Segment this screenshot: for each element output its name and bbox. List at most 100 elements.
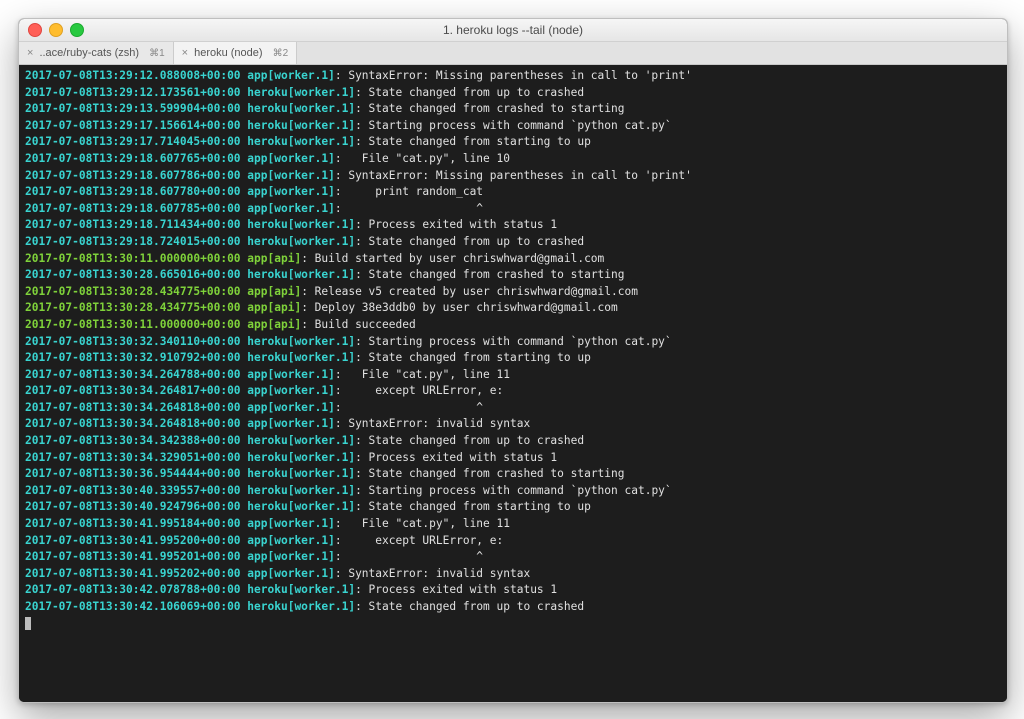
log-line: 2017-07-08T13:30:41.995201+00:00 app[wor…	[25, 549, 1001, 566]
log-source: heroku[worker.1]	[247, 451, 355, 464]
log-timestamp: 2017-07-08T13:30:41.995201+00:00	[25, 550, 241, 563]
log-message: : Release v5 created by user chriswhward…	[301, 285, 638, 298]
log-line: 2017-07-08T13:29:18.607786+00:00 app[wor…	[25, 168, 1001, 185]
log-line: 2017-07-08T13:29:17.156614+00:00 heroku[…	[25, 118, 1001, 135]
minimize-icon[interactable]	[49, 23, 63, 37]
log-timestamp: 2017-07-08T13:29:17.156614+00:00	[25, 119, 241, 132]
log-timestamp: 2017-07-08T13:30:28.665016+00:00	[25, 268, 241, 281]
log-line: 2017-07-08T13:30:28.665016+00:00 heroku[…	[25, 267, 1001, 284]
log-message: : SyntaxError: invalid syntax	[335, 567, 530, 580]
log-source: heroku[worker.1]	[247, 484, 355, 497]
log-timestamp: 2017-07-08T13:29:12.088008+00:00	[25, 69, 241, 82]
tabbar: × ..ace/ruby-cats (zsh) ⌘1 × heroku (nod…	[19, 42, 1007, 65]
log-source: app[api]	[247, 252, 301, 265]
log-line: 2017-07-08T13:29:18.711434+00:00 heroku[…	[25, 217, 1001, 234]
log-source: heroku[worker.1]	[247, 335, 355, 348]
log-timestamp: 2017-07-08T13:30:11.000000+00:00	[25, 252, 241, 265]
log-line: 2017-07-08T13:30:42.078788+00:00 heroku[…	[25, 582, 1001, 599]
log-message: : print random_cat	[335, 185, 483, 198]
close-tab-icon[interactable]: ×	[27, 47, 33, 59]
titlebar[interactable]: 1. heroku logs --tail (node)	[19, 19, 1007, 42]
zoom-icon[interactable]	[70, 23, 84, 37]
log-timestamp: 2017-07-08T13:29:18.724015+00:00	[25, 235, 241, 248]
log-message: : Starting process with command `python …	[355, 119, 672, 132]
log-source: heroku[worker.1]	[247, 600, 355, 613]
tab-ruby-cats[interactable]: × ..ace/ruby-cats (zsh) ⌘1	[19, 42, 174, 64]
log-message: : State changed from crashed to starting	[355, 467, 624, 480]
log-timestamp: 2017-07-08T13:29:18.607786+00:00	[25, 169, 241, 182]
log-message: : State changed from starting to up	[355, 351, 591, 364]
log-timestamp: 2017-07-08T13:30:28.434775+00:00	[25, 301, 241, 314]
log-line: 2017-07-08T13:30:11.000000+00:00 app[api…	[25, 251, 1001, 268]
log-source: heroku[worker.1]	[247, 86, 355, 99]
log-line: 2017-07-08T13:30:34.329051+00:00 heroku[…	[25, 450, 1001, 467]
log-message: : State changed from up to crashed	[355, 235, 584, 248]
log-timestamp: 2017-07-08T13:29:12.173561+00:00	[25, 86, 241, 99]
log-source: app[worker.1]	[247, 384, 335, 397]
tab-label: ..ace/ruby-cats (zsh)	[39, 47, 139, 59]
log-source: heroku[worker.1]	[247, 583, 355, 596]
log-source: app[api]	[247, 301, 301, 314]
log-message: : File "cat.py", line 11	[335, 517, 510, 530]
log-line: 2017-07-08T13:30:34.342388+00:00 heroku[…	[25, 433, 1001, 450]
log-line: 2017-07-08T13:29:12.088008+00:00 app[wor…	[25, 68, 1001, 85]
terminal-output[interactable]: 2017-07-08T13:29:12.088008+00:00 app[wor…	[19, 65, 1007, 702]
log-line: 2017-07-08T13:30:34.264818+00:00 app[wor…	[25, 416, 1001, 433]
log-source: heroku[worker.1]	[247, 135, 355, 148]
log-timestamp: 2017-07-08T13:30:32.910792+00:00	[25, 351, 241, 364]
log-timestamp: 2017-07-08T13:30:34.329051+00:00	[25, 451, 241, 464]
log-timestamp: 2017-07-08T13:29:13.599904+00:00	[25, 102, 241, 115]
log-source: app[worker.1]	[247, 517, 335, 530]
tab-label: heroku (node)	[194, 47, 263, 59]
log-timestamp: 2017-07-08T13:30:34.264817+00:00	[25, 384, 241, 397]
log-message: : Starting process with command `python …	[355, 335, 672, 348]
log-timestamp: 2017-07-08T13:29:17.714045+00:00	[25, 135, 241, 148]
log-source: heroku[worker.1]	[247, 500, 355, 513]
log-message: : State changed from starting to up	[355, 135, 591, 148]
log-source: app[worker.1]	[247, 368, 335, 381]
log-source: app[worker.1]	[247, 69, 335, 82]
log-timestamp: 2017-07-08T13:30:34.264818+00:00	[25, 417, 241, 430]
log-message: : State changed from starting to up	[355, 500, 591, 513]
log-message: : ^	[335, 401, 483, 414]
log-line: 2017-07-08T13:30:40.924796+00:00 heroku[…	[25, 499, 1001, 516]
log-source: app[worker.1]	[247, 401, 335, 414]
tab-shortcut: ⌘1	[149, 48, 165, 59]
log-source: heroku[worker.1]	[247, 268, 355, 281]
log-line: 2017-07-08T13:29:13.599904+00:00 heroku[…	[25, 101, 1001, 118]
log-message: : State changed from crashed to starting	[355, 102, 624, 115]
close-icon[interactable]	[28, 23, 42, 37]
log-timestamp: 2017-07-08T13:30:42.078788+00:00	[25, 583, 241, 596]
log-line: 2017-07-08T13:30:41.995200+00:00 app[wor…	[25, 533, 1001, 550]
tab-shortcut: ⌘2	[273, 48, 289, 59]
log-source: app[worker.1]	[247, 169, 335, 182]
log-message: : Process exited with status 1	[355, 583, 557, 596]
log-timestamp: 2017-07-08T13:30:36.954444+00:00	[25, 467, 241, 480]
log-line	[25, 616, 1001, 633]
log-message: : State changed from up to crashed	[355, 600, 584, 613]
log-message: : File "cat.py", line 10	[335, 152, 510, 165]
log-message: : State changed from up to crashed	[355, 434, 584, 447]
log-line: 2017-07-08T13:30:34.264788+00:00 app[wor…	[25, 367, 1001, 384]
log-line: 2017-07-08T13:30:42.106069+00:00 heroku[…	[25, 599, 1001, 616]
log-message: : File "cat.py", line 11	[335, 368, 510, 381]
log-message: : Deploy 38e3ddb0 by user chriswhward@gm…	[301, 301, 618, 314]
log-source: heroku[worker.1]	[247, 218, 355, 231]
log-message: : except URLError, e:	[335, 384, 503, 397]
tab-heroku[interactable]: × heroku (node) ⌘2	[174, 42, 298, 64]
close-tab-icon[interactable]: ×	[182, 47, 188, 59]
log-timestamp: 2017-07-08T13:29:18.607780+00:00	[25, 185, 241, 198]
log-timestamp: 2017-07-08T13:30:32.340110+00:00	[25, 335, 241, 348]
log-message: : SyntaxError: Missing parentheses in ca…	[335, 69, 692, 82]
log-line: 2017-07-08T13:29:17.714045+00:00 heroku[…	[25, 134, 1001, 151]
log-timestamp: 2017-07-08T13:29:18.607765+00:00	[25, 152, 241, 165]
log-timestamp: 2017-07-08T13:30:41.995200+00:00	[25, 534, 241, 547]
log-line: 2017-07-08T13:30:36.954444+00:00 heroku[…	[25, 466, 1001, 483]
log-message: : Starting process with command `python …	[355, 484, 672, 497]
log-line: 2017-07-08T13:29:18.607765+00:00 app[wor…	[25, 151, 1001, 168]
log-source: heroku[worker.1]	[247, 119, 355, 132]
log-timestamp: 2017-07-08T13:30:34.264788+00:00	[25, 368, 241, 381]
window-title: 1. heroku logs --tail (node)	[19, 23, 1007, 37]
log-line: 2017-07-08T13:30:32.340110+00:00 heroku[…	[25, 334, 1001, 351]
log-message: : Process exited with status 1	[355, 218, 557, 231]
